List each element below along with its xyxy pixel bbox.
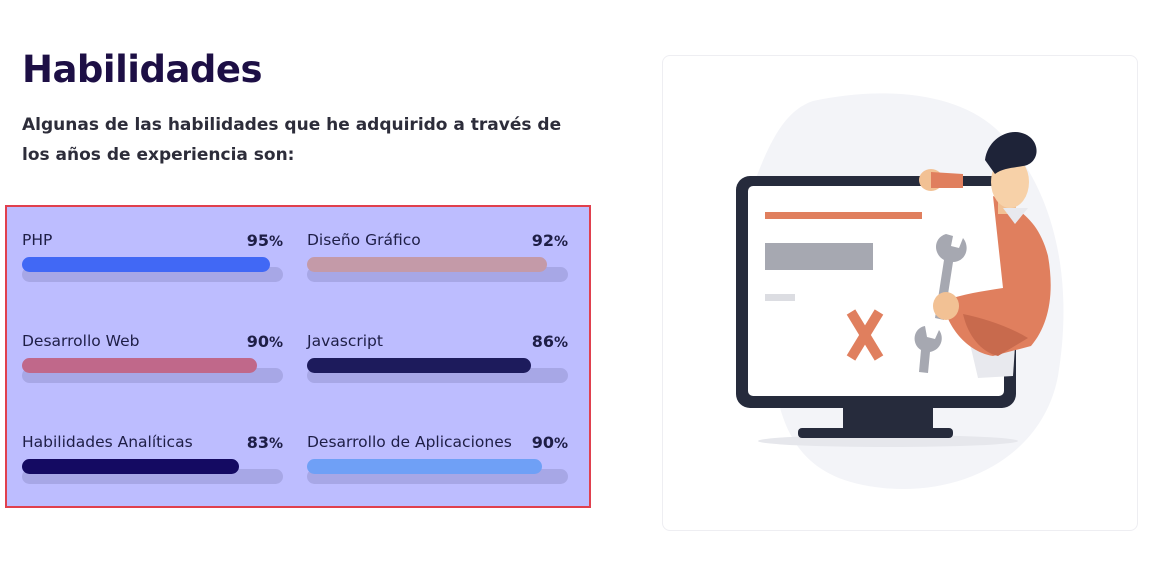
- skill-percent: 86%: [531, 332, 568, 351]
- progress-fill: [307, 459, 542, 474]
- progress-fill: [22, 257, 270, 272]
- developer-repairing-monitor-illustration: [736, 93, 1064, 490]
- skill-percent: 90%: [246, 332, 283, 351]
- person-arm-top: [931, 172, 963, 188]
- skill-percent: 95%: [246, 231, 283, 250]
- skill-item-javascript: Javascript 86%: [307, 332, 568, 392]
- section-title: Habilidades: [22, 48, 263, 91]
- illustration-card: [662, 55, 1138, 531]
- screen-header-bar: [765, 212, 922, 219]
- section-subtitle: Algunas de las habilidades que he adquir…: [22, 115, 562, 165]
- skill-item-habilidades-analiticas: Habilidades Analíticas 83%: [22, 433, 283, 493]
- monitor-stand-base: [798, 428, 953, 438]
- screen-small-bar: [765, 294, 795, 301]
- skill-name: Javascript: [307, 332, 383, 350]
- skill-name: Desarrollo Web: [22, 332, 140, 350]
- skill-name: Diseño Gráfico: [307, 231, 421, 249]
- screen-gray-block: [765, 243, 873, 270]
- skill-name: Habilidades Analíticas: [22, 433, 193, 451]
- skill-percent: 83%: [246, 433, 283, 452]
- progress-fill: [22, 358, 257, 373]
- skill-item-php: PHP 95%: [22, 231, 283, 291]
- progress-fill: [307, 257, 548, 272]
- skill-item-desarrollo-web: Desarrollo Web 90%: [22, 332, 283, 392]
- person-hand-wrench: [933, 292, 959, 320]
- progress-fill: [307, 358, 532, 373]
- skill-name: PHP: [22, 231, 53, 249]
- skill-item-desarrollo-aplicaciones: Desarrollo de Aplicaciones 90%: [307, 433, 568, 493]
- progress-fill: [22, 459, 239, 474]
- skill-percent: 90%: [531, 433, 568, 452]
- skill-item-diseno-grafico: Diseño Gráfico 92%: [307, 231, 568, 291]
- skill-percent: 92%: [531, 231, 568, 250]
- skill-name: Desarrollo de Aplicaciones: [307, 433, 512, 451]
- skills-panel: PHP 95% Diseño Gráfico 92% Desarrollo We…: [5, 205, 591, 508]
